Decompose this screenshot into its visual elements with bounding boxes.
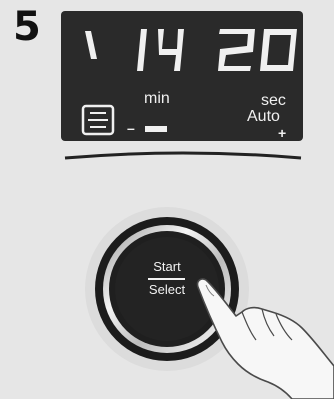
minutes-label: min	[144, 90, 170, 107]
display-underline	[64, 151, 302, 160]
plus-label: +	[278, 125, 287, 141]
oven-icon	[81, 104, 115, 136]
lcd-display: min sec Auto + –	[61, 11, 303, 141]
auto-label: Auto	[247, 108, 280, 125]
seconds-label: sec	[261, 92, 286, 109]
minus-label: –	[127, 120, 135, 136]
level-bar	[145, 126, 167, 132]
start-select-button[interactable]	[115, 237, 219, 341]
step-number: 5	[13, 4, 41, 50]
